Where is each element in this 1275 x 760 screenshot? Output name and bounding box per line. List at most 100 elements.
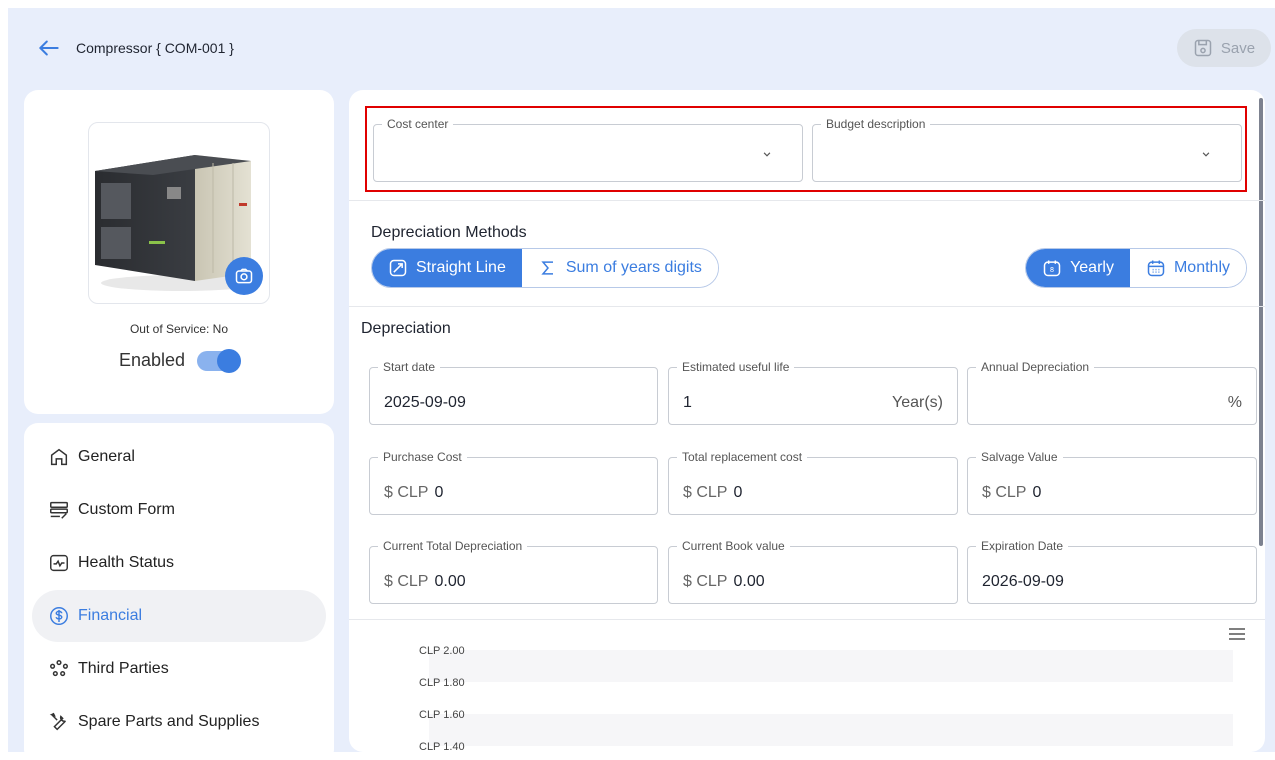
camera-icon bbox=[235, 268, 253, 284]
straight-line-button[interactable]: Straight Line bbox=[372, 249, 522, 287]
y-tick-label: CLP 1.60 bbox=[419, 709, 465, 721]
method-toggle-group: Straight Line Sum of years digits bbox=[371, 248, 719, 288]
field-label: Cost center bbox=[382, 117, 454, 131]
period-toggle-group: 8 Yearly Monthly bbox=[1025, 248, 1247, 288]
top-bar: Compressor { COM-001 } Save bbox=[8, 8, 1275, 88]
nav-item-custom-form[interactable]: Custom Form bbox=[32, 484, 326, 536]
field-suffix: Year(s) bbox=[892, 394, 943, 411]
form-icon bbox=[50, 501, 68, 519]
health-icon bbox=[50, 554, 68, 572]
nav-item-spare-parts[interactable]: Spare Parts and Supplies bbox=[32, 696, 326, 748]
tools-icon bbox=[49, 712, 66, 731]
field-value: $ CLP 0 bbox=[982, 484, 1041, 502]
chart-band bbox=[429, 650, 1233, 682]
y-tick-label: CLP 1.80 bbox=[419, 677, 465, 689]
change-photo-button[interactable] bbox=[225, 257, 263, 295]
out-of-service-status: Out of Service: No bbox=[129, 322, 229, 336]
button-label: Straight Line bbox=[416, 259, 506, 276]
nav-item-label: Financial bbox=[78, 607, 143, 624]
field-label: Salvage Value bbox=[976, 450, 1063, 464]
field-value: 2026-09-09 bbox=[982, 573, 1064, 590]
field-value: $ CLP 0 bbox=[384, 484, 443, 502]
back-arrow-icon[interactable] bbox=[36, 35, 62, 61]
home-icon bbox=[50, 448, 68, 466]
calendar-icon: 8 bbox=[1043, 260, 1061, 277]
chart-menu-icon[interactable] bbox=[1229, 628, 1245, 640]
currency-prefix: $ CLP bbox=[982, 484, 1027, 501]
field-label: Current Book value bbox=[677, 539, 790, 553]
chart-icon bbox=[389, 259, 407, 277]
nav-item-third-parties[interactable]: Third Parties bbox=[32, 643, 326, 695]
field-value: $ CLP 0.00 bbox=[384, 573, 466, 591]
useful-life-field[interactable]: Estimated useful life 1 Year(s) bbox=[668, 360, 958, 425]
chevron-down-icon bbox=[1202, 152, 1210, 157]
financial-panel: Cost center Budget description Depreciat… bbox=[349, 90, 1265, 752]
amount: 0.00 bbox=[434, 573, 466, 590]
scrollbar[interactable] bbox=[1259, 98, 1263, 546]
save-label: Save bbox=[1220, 39, 1256, 57]
enabled-label: Enabled bbox=[118, 350, 186, 370]
field-value: $ CLP 0 bbox=[683, 484, 742, 502]
currency-prefix: $ CLP bbox=[384, 573, 429, 590]
save-button[interactable]: Save bbox=[1177, 29, 1271, 67]
salvage-value-field[interactable]: Salvage Value $ CLP 0 bbox=[967, 450, 1257, 515]
field-value: 1 bbox=[683, 394, 692, 411]
divider bbox=[349, 619, 1265, 620]
currency-prefix: $ CLP bbox=[683, 484, 728, 501]
sigma-icon bbox=[541, 261, 553, 275]
button-label: Sum of years digits bbox=[565, 259, 702, 276]
expiration-date-field[interactable]: Expiration Date 2026-09-09 bbox=[967, 539, 1257, 604]
svg-text:8: 8 bbox=[1050, 266, 1054, 274]
monthly-button[interactable]: Monthly bbox=[1129, 249, 1246, 287]
save-icon bbox=[1194, 39, 1212, 57]
dollar-icon bbox=[50, 607, 68, 625]
amount: 0 bbox=[1032, 484, 1042, 501]
field-value: 2025-09-09 bbox=[384, 394, 466, 411]
section-nav: General Custom Form Health Status Financ… bbox=[24, 423, 334, 752]
nav-item-health-status[interactable]: Health Status bbox=[32, 537, 326, 589]
current-total-depreciation-field[interactable]: Current Total Depreciation $ CLP 0.00 bbox=[369, 539, 658, 604]
nav-item-label: Spare Parts and Supplies bbox=[78, 713, 260, 730]
field-label: Budget description bbox=[821, 117, 931, 131]
current-book-value-field[interactable]: Current Book value $ CLP 0.00 bbox=[668, 539, 958, 604]
enabled-toggle[interactable] bbox=[197, 348, 242, 373]
y-tick-label: CLP 1.40 bbox=[419, 741, 465, 752]
field-label: Purchase Cost bbox=[378, 450, 467, 464]
depreciation-title: Depreciation bbox=[361, 320, 451, 337]
enabled-row: Enabled bbox=[24, 348, 334, 373]
amount: 0 bbox=[733, 484, 743, 501]
start-date-field[interactable]: Start date 2025-09-09 bbox=[369, 360, 658, 425]
yearly-button[interactable]: 8 Yearly bbox=[1026, 249, 1130, 287]
amount: 0.00 bbox=[733, 573, 765, 590]
nav-item-label: Third Parties bbox=[78, 660, 169, 677]
budget-description-select[interactable]: Budget description bbox=[812, 117, 1242, 182]
replacement-cost-field[interactable]: Total replacement cost $ CLP 0 bbox=[668, 450, 958, 515]
field-label: Current Total Depreciation bbox=[378, 539, 528, 553]
divider bbox=[349, 306, 1265, 307]
field-label: Annual Depreciation bbox=[976, 360, 1095, 374]
nav-item-financial[interactable]: Financial bbox=[32, 590, 326, 642]
currency-prefix: $ CLP bbox=[384, 484, 429, 501]
calendar-month-icon bbox=[1147, 260, 1165, 277]
annual-depreciation-field[interactable]: Annual Depreciation % bbox=[967, 360, 1257, 425]
nav-item-label: Health Status bbox=[78, 554, 175, 571]
depreciation-methods-title: Depreciation Methods bbox=[371, 224, 527, 241]
page-title: Compressor { COM-001 } bbox=[76, 40, 234, 56]
app-window: Compressor { COM-001 } Save Out of Servi… bbox=[8, 8, 1275, 752]
divider bbox=[349, 200, 1265, 201]
field-suffix: % bbox=[1227, 394, 1242, 411]
currency-prefix: $ CLP bbox=[683, 573, 728, 590]
people-icon bbox=[50, 660, 68, 677]
purchase-cost-field[interactable]: Purchase Cost $ CLP 0 bbox=[369, 450, 658, 515]
field-value: $ CLP 0.00 bbox=[683, 573, 765, 591]
y-tick-label: CLP 2.00 bbox=[419, 645, 465, 657]
field-label: Total replacement cost bbox=[677, 450, 808, 464]
sum-of-years-button[interactable]: Sum of years digits bbox=[521, 249, 718, 287]
asset-profile-card: Out of Service: No Enabled bbox=[24, 90, 334, 414]
nav-item-label: General bbox=[78, 448, 135, 465]
button-label: Monthly bbox=[1173, 259, 1230, 276]
nav-item-general[interactable]: General bbox=[32, 431, 326, 483]
asset-image bbox=[88, 122, 270, 304]
cost-center-select[interactable]: Cost center bbox=[373, 117, 803, 182]
field-label: Expiration Date bbox=[976, 539, 1069, 553]
